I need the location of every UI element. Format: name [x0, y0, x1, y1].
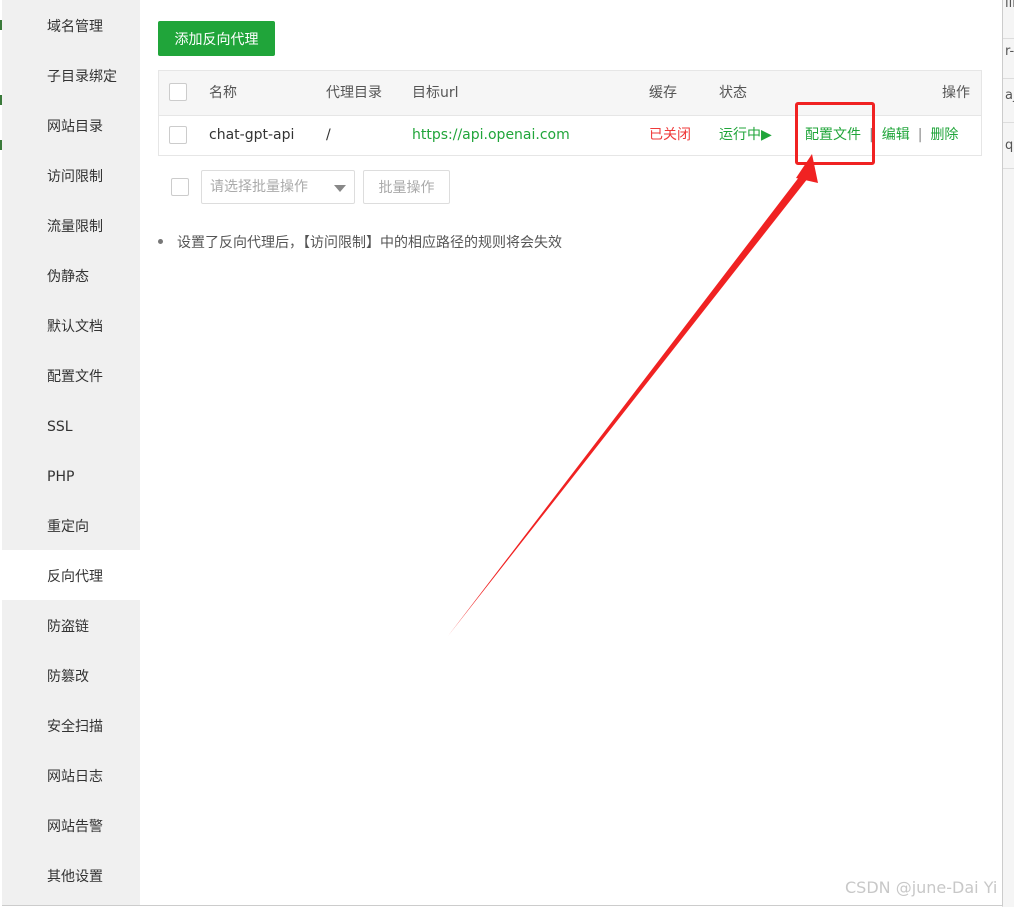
sidebar-item-hotlink[interactable]: 防盗链 — [2, 600, 140, 650]
sidebar-item-php[interactable]: PHP — [2, 450, 140, 500]
row-checkbox[interactable] — [169, 126, 187, 144]
sidebar-item-subdir-binding[interactable]: 子目录绑定 — [2, 50, 140, 100]
background-fragment: r-p — [1005, 44, 1014, 59]
background-fragment: lir — [1005, 0, 1014, 11]
sidebar-item-access-limit[interactable]: 访问限制 — [2, 150, 140, 200]
tip-text: 设置了反向代理后，【访问限制】中的相应路径的规则将会失效 — [177, 235, 562, 251]
header-target-url: 目标url — [412, 85, 459, 101]
sidebar-item-redirect[interactable]: 重定向 — [2, 500, 140, 550]
sidebar-item-ssl[interactable]: SSL — [2, 400, 140, 450]
sidebar-item-domain[interactable]: 域名管理 — [2, 0, 140, 50]
chevron-down-icon — [334, 185, 346, 192]
sidebar-item-site-directory[interactable]: 网站目录 — [2, 100, 140, 150]
sidebar-item-traffic-limit[interactable]: 流量限制 — [2, 200, 140, 250]
add-reverse-proxy-button[interactable]: 添加反向代理 — [158, 21, 275, 56]
row-proxy-dir: / — [326, 127, 331, 143]
background-fragment: aj — [1005, 88, 1014, 103]
row-run-status[interactable]: 运行中▶ — [719, 115, 772, 156]
header-name: 名称 — [209, 85, 237, 101]
batch-select-checkbox[interactable] — [171, 178, 189, 196]
row-target-url[interactable]: https://api.openai.com — [412, 115, 570, 156]
sidebar-item-other-settings[interactable]: 其他设置 — [2, 850, 140, 900]
header-operations: 操作 — [942, 85, 970, 101]
settings-sidebar: 域名管理 子目录绑定 网站目录 访问限制 流量限制 伪静态 默认文档 配置文件 … — [2, 0, 140, 905]
sidebar-item-default-doc[interactable]: 默认文档 — [2, 300, 140, 350]
edit-link[interactable]: 编辑 — [882, 127, 910, 143]
op-separator: | — [917, 127, 923, 143]
bullet-icon — [158, 239, 163, 244]
batch-select-placeholder: 请选择批量操作 — [210, 179, 308, 195]
sidebar-item-config-file[interactable]: 配置文件 — [2, 350, 140, 400]
header-cache: 缓存 — [649, 85, 677, 101]
header-proxy-dir: 代理目录 — [326, 85, 382, 101]
batch-operation-button[interactable]: 批量操作 — [363, 170, 450, 204]
sidebar-item-site-log[interactable]: 网站日志 — [2, 750, 140, 800]
delete-link[interactable]: 删除 — [930, 127, 958, 143]
sidebar-item-security-scan[interactable]: 安全扫描 — [2, 700, 140, 750]
sidebar-item-reverse-proxy[interactable]: 反向代理 — [2, 550, 140, 600]
sidebar-item-site-alert[interactable]: 网站告警 — [2, 800, 140, 850]
annotation-highlight-box — [795, 102, 875, 165]
select-all-checkbox[interactable] — [169, 83, 187, 101]
watermark: CSDN @june-Dai Yi — [845, 878, 998, 897]
sidebar-item-tamper-proof[interactable]: 防篡改 — [2, 650, 140, 700]
tips-list: 设置了反向代理后，【访问限制】中的相应路径的规则将会失效 — [158, 232, 562, 252]
background-fragment: qi — [1005, 138, 1014, 153]
batch-operation-select[interactable]: 请选择批量操作 — [201, 170, 355, 204]
row-cache-status[interactable]: 已关闭 — [649, 115, 691, 156]
sidebar-item-rewrite[interactable]: 伪静态 — [2, 250, 140, 300]
row-name: chat-gpt-api — [209, 127, 295, 143]
background-window-edge: lir r-p aj qi — [1002, 0, 1014, 907]
batch-operations-bar: 请选择批量操作 批量操作 — [158, 170, 658, 206]
header-status: 状态 — [719, 85, 747, 101]
